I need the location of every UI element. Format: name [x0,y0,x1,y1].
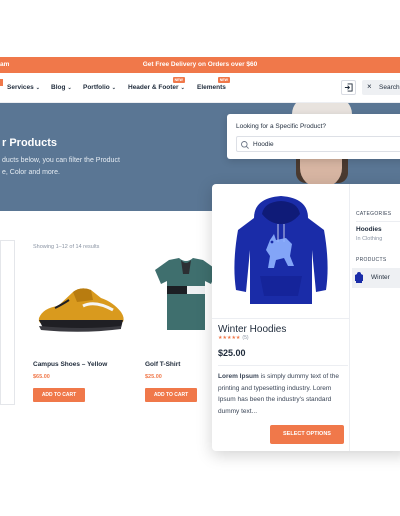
chevron-down-icon: ⌄ [180,85,185,91]
product-search-input[interactable]: Hoodie [236,136,400,152]
search-toggle-button[interactable]: × Search [362,80,400,95]
logo-fragment [0,79,3,86]
new-badge: NEW [172,77,185,83]
star-icons: ★★★★★ [218,335,241,341]
product-price: $25.00 [145,374,162,380]
categories-heading: CATEGORIES [356,211,392,217]
nav-item-services[interactable]: Services ⌄ [7,84,40,91]
quick-view-image [212,184,350,319]
rating: ★★★★★ (5) [218,335,249,341]
category-parent: In Clothing [356,236,383,242]
quick-view-main: Winter Hoodies ★★★★★ (5) $25.00 Lorem Ips… [212,184,350,451]
chevron-down-icon: ⌄ [35,85,40,91]
result-count: Showing 1–12 of 14 results [33,244,100,250]
nav-label: Header & Footer [128,84,179,91]
hero-desc-line: ducts below, you can filter the Product [2,157,120,164]
add-to-cart-button[interactable]: ADD TO CART [33,388,85,402]
hero-description: ducts below, you can filter the Product … [2,155,152,179]
description-lead: Lorem Ipsum [218,373,259,380]
search-button-label: Search [379,84,400,91]
product-image-shoe [38,288,124,332]
hero-desc-line: e, Color and more. [2,169,60,176]
quick-view-price: $25.00 [218,348,246,358]
product-result-name: Winter [371,274,390,281]
chevron-down-icon: ⌄ [67,85,72,91]
product-search-panel: Looking for a Specific Product? Hoodie [227,114,400,159]
promo-bar: am Get Free Delivery on Orders over $60 [0,57,400,73]
search-panel-label: Looking for a Specific Product? [236,123,326,130]
main-nav: Services ⌄ Blog ⌄ Portfolio ⌄ Header & Foot… [0,73,400,103]
nav-label: Elements [197,84,226,91]
hoodie-image [234,196,328,304]
login-button[interactable] [341,80,356,95]
product-image-tshirt [155,258,217,330]
product-result-item[interactable]: Winter [352,268,400,288]
nav-item-header-footer[interactable]: Header & Footer ⌄ NEW [128,77,185,91]
product-name[interactable]: Campus Shoes – Yellow [33,361,107,368]
hero-title: r Products [2,137,58,149]
quick-view-sidebar: CATEGORIES Hoodies In Clothing PRODUCTS … [350,184,400,451]
rating-count: (5) [242,335,249,341]
nav-item-blog[interactable]: Blog ⌄ [51,84,72,91]
search-icon [241,141,249,149]
add-to-cart-button[interactable]: ADD TO CART [145,388,197,402]
divider [356,221,400,222]
quick-view-description: Lorem Ipsum is simply dummy text of the … [218,371,344,417]
products-heading: PRODUCTS [356,257,387,263]
promo-text: Get Free Delivery on Orders over $60 [142,61,258,68]
new-badge: NEW [217,77,230,83]
nav-item-elements[interactable]: Elements NEW [197,77,230,91]
nav-item-portfolio[interactable]: Portfolio ⌄ [83,84,116,91]
category-link[interactable]: Hoodies [356,226,382,233]
close-icon[interactable]: × [367,82,372,91]
chevron-down-icon: ⌄ [111,85,116,91]
product-price: $65.00 [33,374,50,380]
quick-view-modal: Winter Hoodies ★★★★★ (5) $25.00 Lorem Ips… [212,184,400,451]
select-options-button[interactable]: SELECT OPTIONS [270,425,344,444]
search-input-value: Hoodie [253,141,274,148]
nav-label: Portfolio [83,84,110,91]
hoodie-thumbnail [355,272,363,283]
login-icon [344,83,353,92]
product-card[interactable]: Campus Shoes – Yellow $65.00 ADD TO CART [33,256,138,406]
product-name[interactable]: Golf T-Shirt [145,361,180,368]
nav-label: Services [7,84,34,91]
quick-view-title: Winter Hoodies [218,324,287,335]
nav-label: Blog [51,84,66,91]
divider [218,365,348,366]
filter-sidebar [0,240,15,405]
